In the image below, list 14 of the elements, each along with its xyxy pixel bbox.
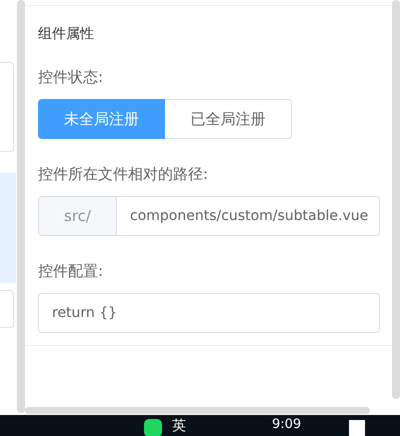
- field-label: 控件状态:: [38, 67, 104, 87]
- field-label: 控件配置:: [38, 261, 104, 281]
- toggle-option[interactable]: 已全局注册: [165, 99, 292, 139]
- field-prefix: src/: [39, 197, 117, 235]
- input-method-indicator[interactable]: 英: [172, 417, 186, 435]
- scrollbar[interactable]: [392, 0, 400, 399]
- panel-title: 组件属性: [38, 24, 94, 42]
- scrollbar[interactable]: [17, 0, 25, 413]
- path-field[interactable]: src/ components/custom/subtable.vue: [38, 196, 380, 236]
- config-field[interactable]: return {}: [38, 293, 380, 333]
- card-background: [0, 290, 14, 328]
- scrollbar[interactable]: [25, 407, 370, 414]
- clock[interactable]: 9:09: [272, 417, 302, 433]
- field-label: 控件所在文件相对的路径:: [38, 164, 210, 184]
